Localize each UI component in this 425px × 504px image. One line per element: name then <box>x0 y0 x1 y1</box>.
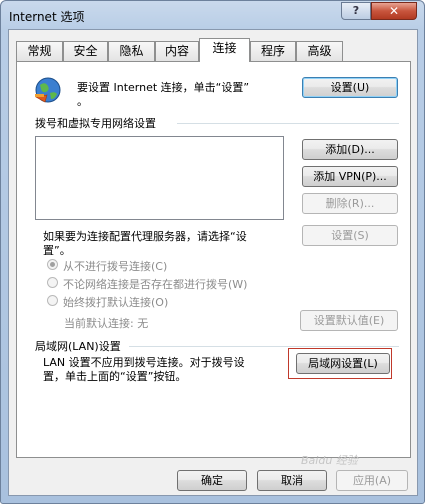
radio-always-dial-default-control[interactable] <box>47 295 58 306</box>
tab-privacy[interactable]: 隐私 <box>108 41 155 61</box>
dialup-heading: 拨号和虚拟专用网络设置 <box>35 117 156 130</box>
setup-text-line1: 要设置 Internet 连接，单击“设置” <box>77 81 250 94</box>
dialup-separator <box>177 123 399 124</box>
title-bar[interactable]: Internet 选项 ? ✕ <box>1 1 424 29</box>
radio-never-dial-control[interactable] <box>47 259 58 270</box>
tab-security[interactable]: 安全 <box>63 41 108 61</box>
lan-separator <box>129 346 399 347</box>
lan-settings-button[interactable]: 局域网设置(L) <box>296 353 390 374</box>
connections-panel: 要设置 Internet 连接，单击“设置” 。 设置(U) 拨号和虚拟专用网络… <box>16 61 411 458</box>
tab-content[interactable]: 内容 <box>155 41 199 61</box>
window-title: Internet 选项 <box>9 10 85 24</box>
tab-general[interactable]: 常规 <box>16 41 63 61</box>
tab-advanced[interactable]: 高级 <box>296 41 343 61</box>
cancel-button[interactable]: 取消 <box>257 470 327 491</box>
lan-heading: 局域网(LAN)设置 <box>35 340 121 353</box>
radio-never-dial-label: 从不进行拨号连接(C) <box>63 260 168 273</box>
internet-options-window: Internet 选项 ? ✕ 常规 安全 隐私 内容 连接 程序 高级 要设置… <box>0 0 425 504</box>
globe-network-icon <box>35 77 61 103</box>
apply-button[interactable]: 应用(A) <box>336 470 408 491</box>
delete-connection-button[interactable]: 删除(R)... <box>302 193 398 214</box>
add-connection-button[interactable]: 添加(D)... <box>302 139 398 160</box>
ok-button[interactable]: 确定 <box>177 470 247 491</box>
baidu-watermark: Baidu 经验 <box>301 454 358 467</box>
set-default-button[interactable]: 设置默认值(E) <box>300 310 398 331</box>
help-button[interactable]: ? <box>341 2 371 20</box>
lan-text-line2: 置，单击上面的“设置”按钮。 <box>43 370 187 383</box>
dialup-settings-button[interactable]: 设置(S) <box>302 225 398 246</box>
close-button[interactable]: ✕ <box>371 2 417 20</box>
radio-always-dial-default-label: 始终拨打默认连接(O) <box>63 296 169 309</box>
proxy-hint-line1: 如果要为连接配置代理服务器，请选择“设 <box>43 230 247 243</box>
current-default-connection: 当前默认连接: 无 <box>64 317 149 330</box>
add-vpn-button[interactable]: 添加 VPN(P)... <box>302 166 398 187</box>
radio-dial-whenever-control[interactable] <box>47 277 58 288</box>
setup-text-line2: 。 <box>77 95 88 108</box>
connections-listbox[interactable] <box>35 136 284 220</box>
proxy-hint-line2: 置”。 <box>43 244 71 257</box>
setup-button[interactable]: 设置(U) <box>302 77 398 98</box>
dialog-client-area: 常规 安全 隐私 内容 连接 程序 高级 要设置 Internet 连接，单击“… <box>8 29 418 496</box>
radio-dial-whenever-label: 不论网络连接是否存在都进行拨号(W) <box>63 278 248 291</box>
tab-connections[interactable]: 连接 <box>199 38 250 62</box>
tab-programs[interactable]: 程序 <box>250 41 296 61</box>
